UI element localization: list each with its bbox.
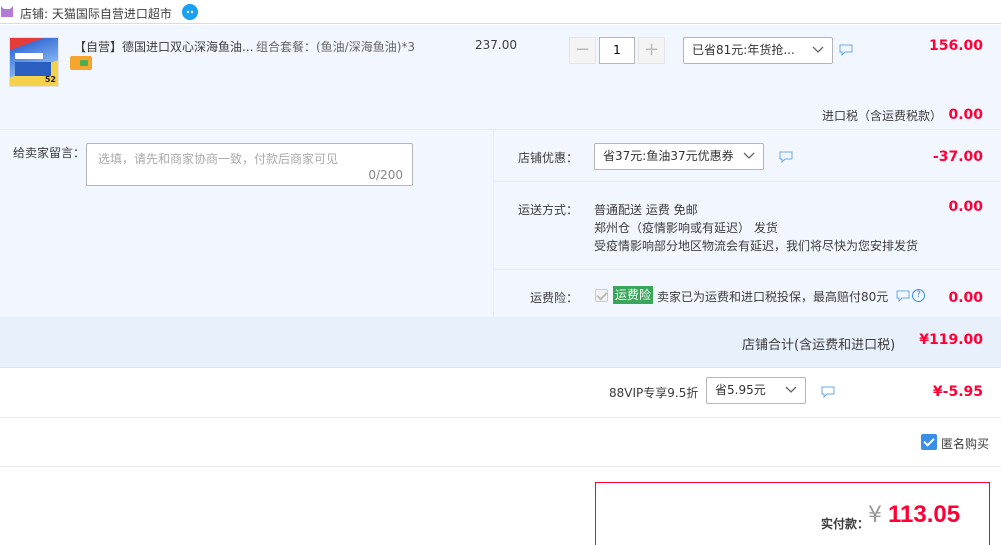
shop-header: 店铺: 天猫国际自营进口超市 [0, 0, 1001, 24]
tmall-cat-icon [1, 6, 13, 17]
thumb-band [15, 53, 43, 59]
product-row: 52 【自营】德国进口双心深海鱼油... 组合套餐：(鱼油/深海鱼油)*3 23… [0, 25, 1001, 129]
product-thumbnail[interactable]: 52 [9, 37, 59, 87]
insurance-amount: 0.00 [948, 290, 983, 306]
shipping-label: 运送方式： [518, 203, 579, 217]
message-textarea[interactable]: 选填，请先和商家协商一致，付款后商家可见 0/200 [86, 143, 413, 186]
shop-name[interactable]: 店铺: 天猫国际自营进口超市 [20, 5, 172, 22]
chevron-down-icon [812, 46, 824, 53]
chevron-down-icon [785, 386, 797, 393]
shipping-warehouse: 郑州仓（疫情影响或有延迟） 发货 [594, 221, 778, 235]
promo-select[interactable]: 已省81元:年货抢... [683, 37, 833, 64]
divider [0, 466, 1001, 467]
shop-coupon-select[interactable]: 省37元:鱼油37元优惠券 [594, 143, 764, 170]
shipping-method: 普通配送 运费 免邮 [594, 203, 698, 217]
message-placeholder: 选填，请先和商家协商一致，付款后商家可见 [98, 152, 339, 166]
insurance-label: 运费险： [530, 291, 579, 305]
chevron-down-icon [743, 152, 755, 159]
quantity-stepper: − 1 + [569, 37, 665, 64]
divider [0, 129, 1001, 130]
help-icon[interactable]: ? [912, 289, 925, 302]
comment-icon[interactable] [779, 151, 793, 163]
product-title[interactable]: 【自营】德国进口双心深海鱼油... [74, 38, 253, 55]
insurance-tag: 运费险 [613, 286, 654, 304]
vip-discount-amount: ¥-5.95 [932, 384, 983, 400]
product-spec: 组合套餐：(鱼油/深海鱼油)*3 [256, 40, 416, 54]
vip-discount-select[interactable]: 省5.95元 [706, 377, 806, 404]
thumb-badge: 52 [44, 75, 56, 84]
import-tax-amount: 0.00 [948, 107, 983, 123]
promo-select-value: 已省81元:年货抢... [692, 43, 795, 57]
insurance-text: 卖家已为运费和进口税投保，最高赔付80元 [657, 290, 889, 304]
shop-discount-amount: -37.00 [932, 149, 983, 165]
quantity-input[interactable]: 1 [599, 37, 635, 64]
divider [494, 269, 1001, 270]
order-block: 52 【自营】德国进口双心深海鱼油... 组合套餐：(鱼油/深海鱼油)*3 23… [0, 25, 1001, 367]
wangwang-chat-icon[interactable] [182, 4, 198, 20]
comment-icon[interactable] [839, 44, 853, 56]
shipping-amount: 0.00 [948, 199, 983, 215]
divider [0, 417, 1001, 418]
vip-discount-label: 88VIP专享9.5折 [609, 386, 699, 400]
unit-price: 237.00 [475, 38, 517, 52]
message-char-count: 0/200 [368, 168, 403, 182]
payment-summary: 实付款： ¥ 113.05 [595, 482, 990, 545]
divider [494, 181, 1001, 182]
comment-icon[interactable] [896, 290, 910, 302]
product-amount: 156.00 [928, 38, 983, 54]
anonymous-label[interactable]: 匿名购买 [941, 435, 989, 452]
shop-coupon-value: 省37元:鱼油37元优惠券 [603, 149, 734, 163]
divider [493, 130, 494, 317]
import-tax-label: 进口税（含运费税款） [822, 109, 943, 123]
shop-total-amount: ¥119.00 [919, 332, 983, 348]
insurance-checkbox[interactable] [595, 289, 608, 302]
anonymous-checkbox[interactable] [921, 434, 937, 450]
divider [0, 367, 1001, 368]
credit-card-icon [70, 56, 92, 70]
comment-icon[interactable] [821, 386, 835, 398]
currency-symbol: ¥ [868, 503, 882, 528]
quantity-minus-button[interactable]: − [569, 37, 596, 64]
shop-total-label: 店铺合计(含运费和进口税) [742, 338, 896, 353]
thumb-box [15, 62, 51, 76]
payment-label: 实付款： [821, 517, 870, 531]
quantity-plus-button[interactable]: + [638, 37, 665, 64]
shipping-notice: 受疫情影响部分地区物流会有延迟，我们将尽快为您安排发货 [594, 239, 919, 253]
payment-amount: 113.05 [888, 501, 961, 528]
message-label: 给卖家留言： [13, 146, 86, 160]
shop-discount-label: 店铺优惠： [518, 151, 579, 165]
vip-discount-value: 省5.95元 [715, 383, 766, 397]
shop-total-row: 店铺合计(含运费和进口税) ¥119.00 [0, 317, 1001, 367]
